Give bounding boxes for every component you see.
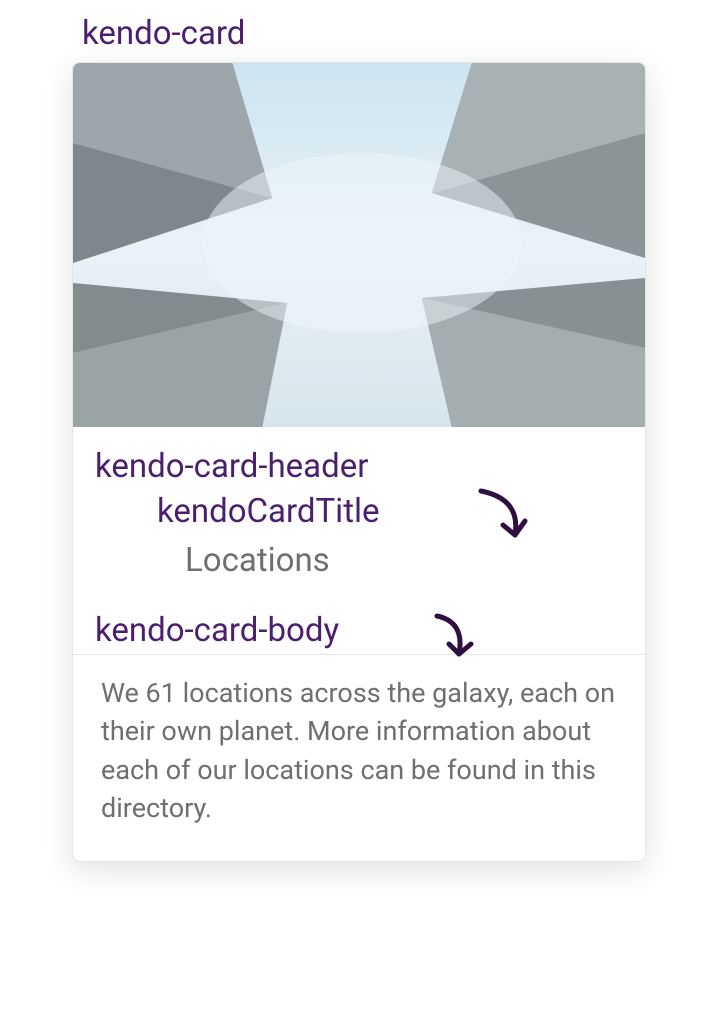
kendo-card: kendo-card-header kendoCardTitle Locatio… — [72, 62, 646, 862]
card-body-text: We 61 locations across the galaxy, each … — [101, 674, 617, 827]
body-label-wrap: kendo-card-body — [73, 611, 645, 650]
annotation-card-label: kendo-card — [82, 14, 245, 53]
card-image-svg — [73, 63, 645, 427]
kendo-card-title: Locations — [185, 541, 623, 580]
arrow-curved-icon — [473, 483, 543, 553]
card-image — [73, 63, 645, 427]
annotation-title-label: kendoCardTitle — [157, 492, 623, 531]
arrow-curved-icon — [431, 608, 481, 668]
annotation-header-label: kendo-card-header — [95, 447, 623, 486]
annotation-body-label: kendo-card-body — [95, 611, 623, 650]
kendo-card-body: We 61 locations across the galaxy, each … — [73, 650, 645, 861]
